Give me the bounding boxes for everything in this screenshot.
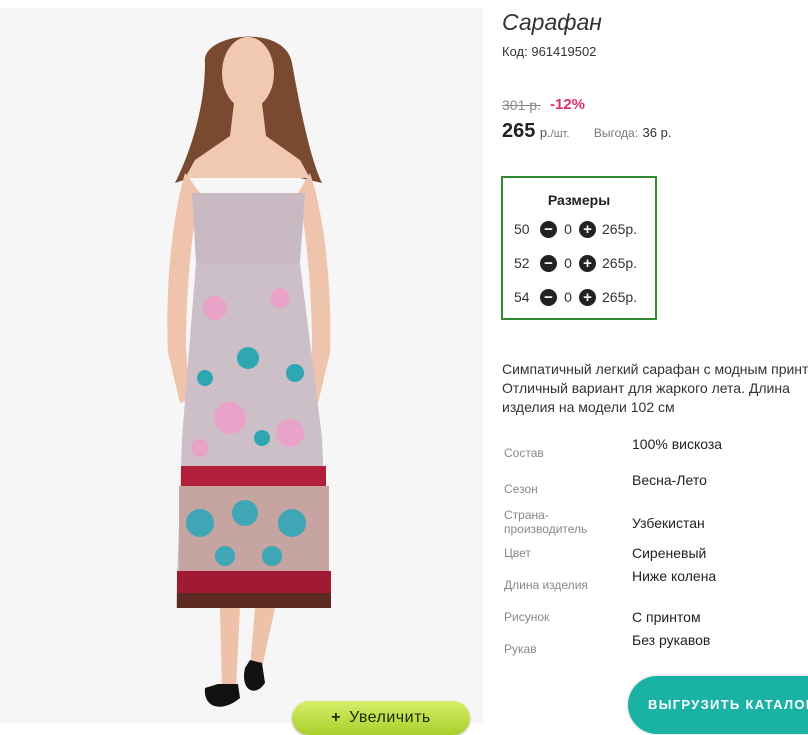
saving-label: Выгода: — [593, 126, 639, 140]
minus-circle-icon[interactable]: − — [540, 288, 557, 306]
spec-label: Длина изделия — [504, 578, 588, 592]
spec-label: Рисунок — [504, 610, 550, 624]
zoom-button-label: Увеличить — [349, 709, 431, 726]
size-row: 52 − 0 + 265р. — [514, 253, 637, 273]
spec-value: Сиреневый — [632, 545, 707, 561]
price-line: 265 р./шт. Выгода: 36 р. — [502, 120, 671, 143]
size-label: 54 — [514, 289, 530, 305]
size-label: 50 — [514, 221, 530, 237]
quantity-value: 0 — [564, 289, 572, 305]
sizes-title: Размеры — [547, 192, 611, 208]
product-code: Код: 961419502 — [502, 44, 596, 59]
quantity-value: 0 — [564, 221, 572, 237]
product-description: Симпатичный легкий сарафан с модным прин… — [502, 361, 808, 415]
saving-value: 36 р. — [642, 125, 672, 140]
product-photo[interactable] — [0, 8, 483, 723]
sizes-panel: Размеры 50 − 0 + 265р. 52 − 0 + 265р. 54… — [501, 176, 657, 320]
minus-circle-icon[interactable]: − — [540, 254, 557, 272]
spec-label: Сезон — [504, 482, 538, 496]
spec-value: Весна-Лето — [632, 472, 707, 488]
quantity-value: 0 — [564, 255, 572, 271]
zoom-button[interactable]: + Увеличить — [292, 701, 470, 735]
spec-label: Цвет — [504, 546, 531, 560]
spec-value: С принтом — [632, 609, 701, 625]
plus-circle-icon[interactable]: + — [579, 288, 596, 306]
size-price: 265р. — [602, 255, 638, 271]
spec-value: 100% вискоза — [632, 436, 723, 452]
product-title: Сарафан — [502, 9, 602, 35]
size-price: 265р. — [602, 221, 638, 237]
current-price: 265 — [502, 120, 536, 142]
spec-label: Состав — [504, 446, 544, 460]
size-row: 50 − 0 + 265р. — [514, 219, 637, 239]
price-per-unit: /шт. — [550, 128, 570, 140]
spec-label: Рукав — [504, 642, 537, 656]
product-code-value: 961419502 — [531, 44, 597, 59]
old-price: 301 р. — [502, 97, 541, 113]
discount-badge: -12% — [550, 96, 586, 113]
plus-icon: + — [331, 709, 342, 726]
spec-label: Страна-производитель — [504, 508, 588, 536]
price-currency: р. — [539, 125, 551, 140]
plus-circle-icon[interactable]: + — [579, 220, 596, 238]
size-label: 52 — [514, 255, 530, 271]
unload-catalog-button[interactable]: ВЫГРУЗИТЬ КАТАЛОГ — [628, 676, 808, 734]
size-price: 265р. — [602, 289, 638, 305]
size-row: 54 − 0 + 265р. — [514, 287, 637, 307]
dress-model-image — [0, 8, 483, 723]
spec-value: Без рукавов — [632, 632, 711, 648]
product-code-label: Код: — [502, 44, 528, 59]
plus-circle-icon[interactable]: + — [579, 254, 596, 272]
spec-value: Узбекистан — [632, 515, 705, 531]
minus-circle-icon[interactable]: − — [540, 220, 557, 238]
spec-value: Ниже колена — [632, 568, 717, 584]
